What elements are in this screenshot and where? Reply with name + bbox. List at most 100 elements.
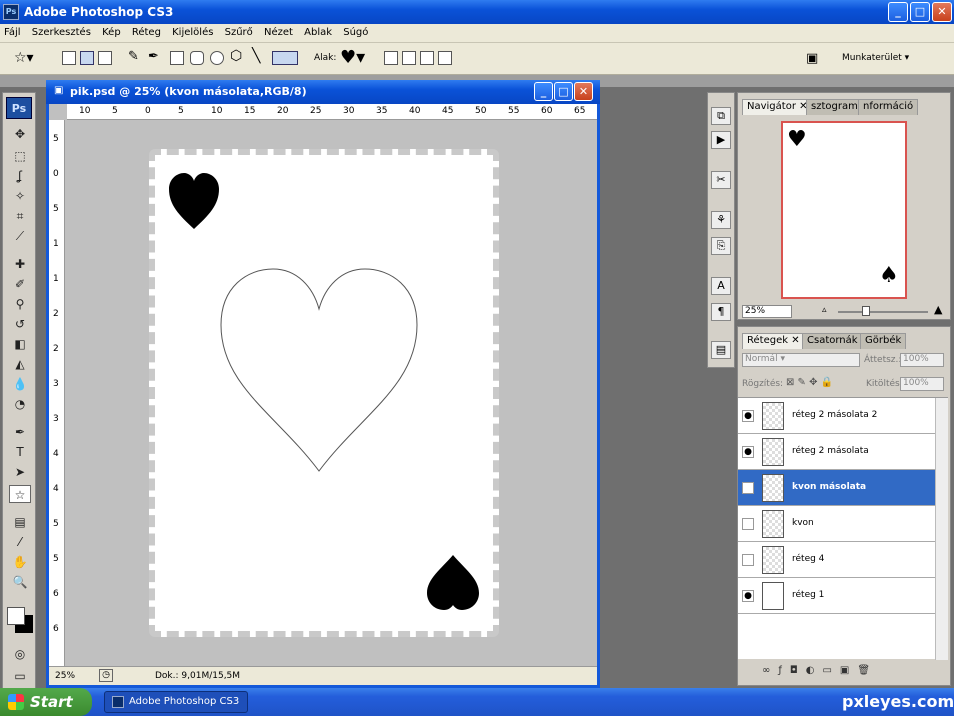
workspace-icon[interactable]: ▣	[806, 51, 818, 66]
dodge-tool-icon[interactable]: ◔	[9, 395, 31, 413]
shape-layers-icon[interactable]	[62, 51, 76, 65]
rounded-rectangle-icon[interactable]	[190, 51, 204, 65]
zoom-out-icon[interactable]: ▵	[822, 305, 827, 315]
tab-channels[interactable]: Csatornák	[802, 333, 863, 349]
menu-select[interactable]: Kijelölés	[168, 24, 217, 41]
layer-row[interactable]: ● réteg 2 másolata 2	[738, 398, 935, 434]
zoom-slider-handle[interactable]	[862, 306, 870, 316]
healing-brush-icon[interactable]: ✚	[9, 255, 31, 273]
exclude-shape-icon[interactable]	[438, 51, 452, 65]
magic-wand-icon[interactable]: ✧	[9, 187, 31, 205]
status-menu-icon[interactable]: ◷	[99, 669, 113, 682]
workspace-dropdown[interactable]: Munkaterület ▾	[842, 53, 909, 63]
fill-field[interactable]: 100%	[900, 377, 944, 391]
clone-stamp-icon[interactable]: ⚲	[9, 295, 31, 313]
move-tool-icon[interactable]: ✥	[9, 125, 31, 143]
eye-icon[interactable]: ●	[742, 590, 754, 602]
layer-list-scrollbar[interactable]	[935, 398, 948, 660]
polygon-tool-icon[interactable]: ⬡	[230, 48, 242, 64]
ellipse-tool-icon[interactable]	[210, 51, 224, 65]
menu-help[interactable]: Súgó	[339, 24, 372, 41]
brushes-panel-icon[interactable]: ⚘	[711, 211, 731, 229]
type-tool-icon[interactable]: T	[9, 443, 31, 461]
layer-row[interactable]: réteg 4	[738, 542, 935, 578]
paint-bucket-icon[interactable]: ◭	[9, 355, 31, 373]
lasso-tool-icon[interactable]: ʆ	[9, 167, 31, 185]
navigator-preview[interactable]: ♥ ♠	[781, 121, 907, 299]
visibility-toggle[interactable]	[742, 482, 754, 494]
canvas-area[interactable]	[66, 121, 597, 666]
tool-presets-icon[interactable]: ✂	[711, 171, 731, 189]
paths-icon[interactable]	[80, 51, 94, 65]
paragraph-panel-icon[interactable]: ¶	[711, 303, 731, 321]
doc-close-button[interactable]: ✕	[574, 82, 593, 101]
character-panel-icon[interactable]: A	[711, 277, 731, 295]
marquee-tool-icon[interactable]: ⬚	[9, 147, 31, 165]
zoom-level[interactable]: 25%	[55, 671, 75, 681]
pen-tool-icon[interactable]: ✎	[128, 49, 139, 64]
rectangle-tool-icon[interactable]	[170, 51, 184, 65]
subtract-shape-icon[interactable]	[402, 51, 416, 65]
zoom-in-icon[interactable]: ▲	[934, 303, 942, 316]
slice-tool-icon[interactable]: ⟋	[9, 227, 31, 245]
menu-layer[interactable]: Réteg	[128, 24, 165, 41]
layer-row-active[interactable]: kvon másolata	[738, 470, 935, 506]
doc-minimize-button[interactable]: _	[534, 82, 553, 101]
menu-image[interactable]: Kép	[98, 24, 125, 41]
visibility-toggle[interactable]	[742, 518, 754, 530]
eye-icon[interactable]: ●	[742, 446, 754, 458]
layer-footer-icons[interactable]: ∞ƒ◘◐▭▣🗑	[762, 665, 878, 676]
brush-tool-icon[interactable]: ✐	[9, 275, 31, 293]
custom-shape-tool-icon[interactable]: ☆	[9, 485, 31, 503]
visibility-toggle[interactable]	[742, 554, 754, 566]
layer-row[interactable]: ● réteg 2 másolata	[738, 434, 935, 470]
blur-tool-icon[interactable]: 💧	[9, 375, 31, 393]
notes-tool-icon[interactable]: ▤	[9, 513, 31, 531]
hand-tool-icon[interactable]: ✋	[9, 553, 31, 571]
taskbar-item-photoshop[interactable]: Adobe Photoshop CS3	[104, 691, 248, 713]
pen-tool-icon[interactable]: ✒	[9, 423, 31, 441]
foreground-color-swatch[interactable]	[7, 607, 25, 625]
menu-filter[interactable]: Szűrő	[221, 24, 257, 41]
menu-window[interactable]: Ablak	[300, 24, 336, 41]
layer-row[interactable]: ● réteg 1	[738, 578, 935, 614]
line-tool-icon[interactable]: ╲	[252, 48, 260, 64]
tab-histogram[interactable]: sztogram	[806, 99, 863, 115]
heart-shape-picker[interactable]: ♥▾	[340, 47, 365, 68]
custom-shape-tool-icon[interactable]	[272, 51, 298, 65]
tab-navigator[interactable]: Navigátor ✕	[742, 99, 813, 115]
intersect-shape-icon[interactable]	[420, 51, 434, 65]
history-panel-icon[interactable]: ⧉	[711, 107, 731, 125]
layer-comps-icon[interactable]: ▤	[711, 341, 731, 359]
quick-mask-icon[interactable]: ◎	[9, 645, 31, 663]
opacity-field[interactable]: 100%	[900, 353, 944, 367]
close-button[interactable]: ✕	[932, 2, 952, 22]
menu-view[interactable]: Nézet	[260, 24, 297, 41]
freeform-pen-icon[interactable]: ✒	[148, 49, 159, 64]
screen-mode-icon[interactable]: ▭	[9, 667, 31, 685]
zoom-tool-icon[interactable]: 🔍	[9, 573, 31, 591]
tab-curves[interactable]: Görbék	[860, 333, 907, 349]
doc-maximize-button[interactable]: □	[554, 82, 573, 101]
maximize-button[interactable]: □	[910, 2, 930, 22]
menu-file[interactable]: Fájl	[0, 24, 25, 41]
eyedropper-icon[interactable]: ⁄	[9, 533, 31, 551]
add-to-shape-icon[interactable]	[384, 51, 398, 65]
actions-panel-icon[interactable]: ▶	[711, 131, 731, 149]
lock-icons[interactable]: ⊠ ✎ ✥ 🔒	[786, 377, 833, 388]
path-selection-icon[interactable]: ➤	[9, 463, 31, 481]
clone-source-icon[interactable]: ⎘	[711, 237, 731, 255]
tab-info[interactable]: nformáció	[858, 99, 919, 115]
eye-icon[interactable]: ●	[742, 410, 754, 422]
layer-row[interactable]: kvon	[738, 506, 935, 542]
navigator-zoom-field[interactable]: 25%	[742, 305, 792, 318]
custom-shape-preset-icon[interactable]: ☆▾	[14, 50, 34, 66]
zoom-slider[interactable]	[838, 311, 928, 313]
blend-mode-select[interactable]: Normál ▾	[742, 353, 860, 367]
crop-tool-icon[interactable]: ⌗	[9, 207, 31, 225]
minimize-button[interactable]: _	[888, 2, 908, 22]
tab-layers[interactable]: Rétegek ✕	[742, 333, 805, 349]
fill-pixels-icon[interactable]	[98, 51, 112, 65]
menu-edit[interactable]: Szerkesztés	[28, 24, 95, 41]
history-brush-icon[interactable]: ↺	[9, 315, 31, 333]
